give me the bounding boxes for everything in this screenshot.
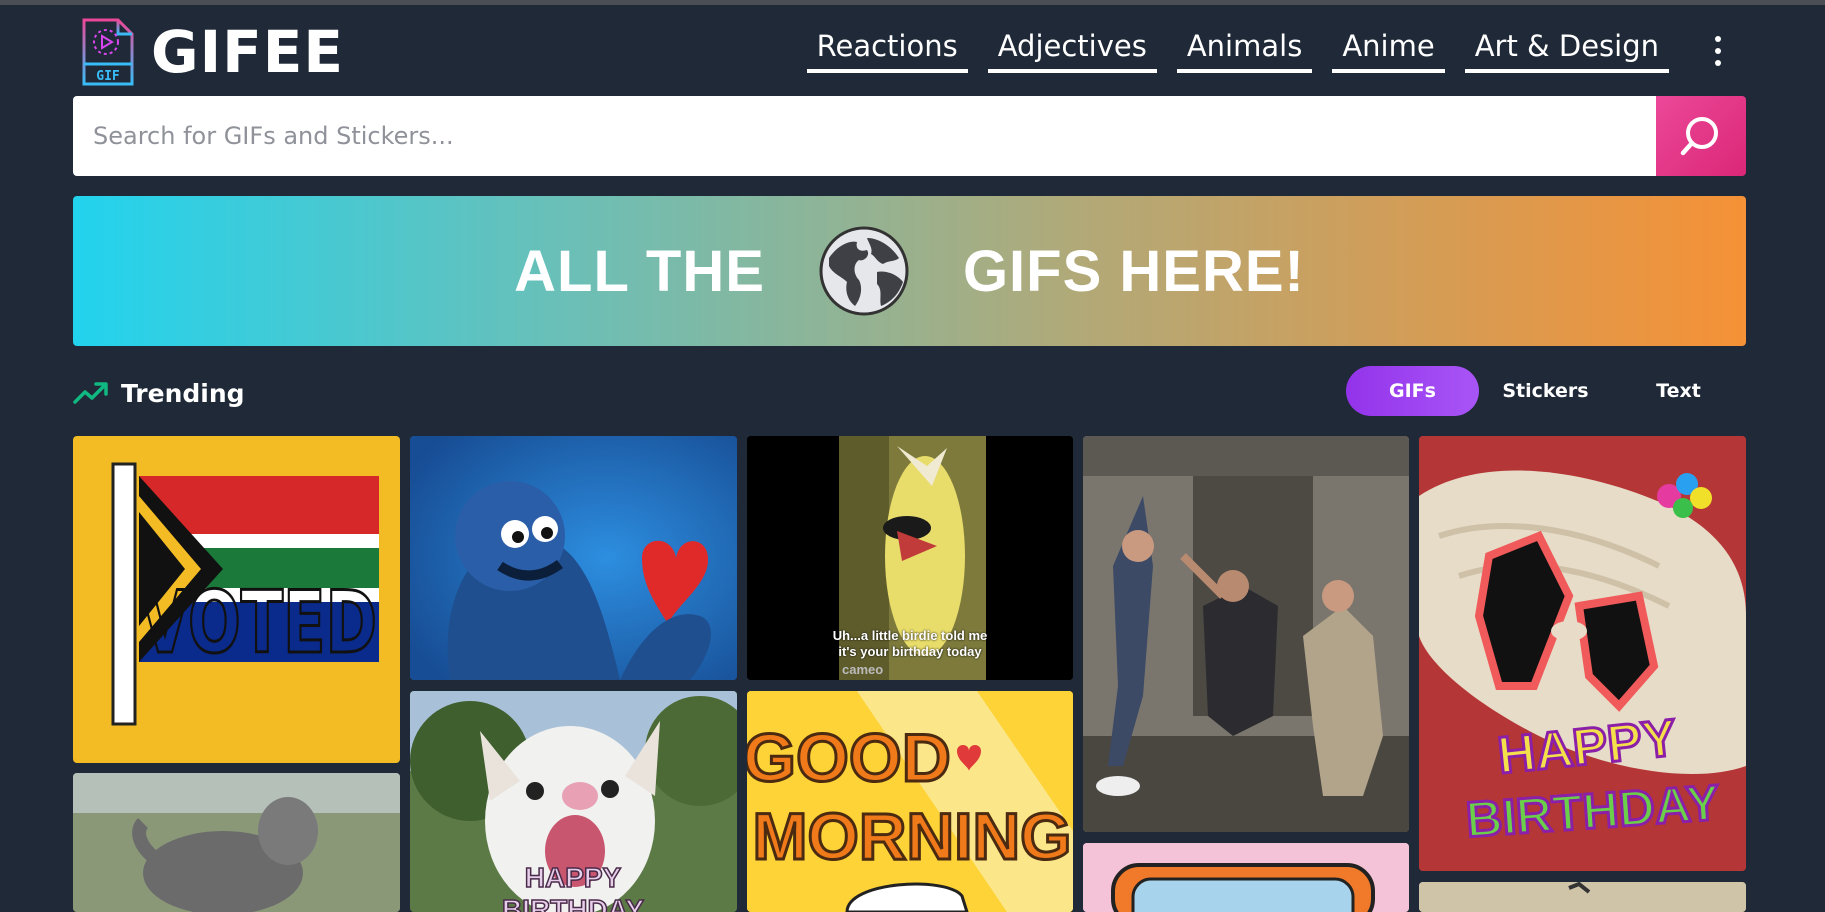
nav-anime[interactable]: Anime <box>1332 29 1445 74</box>
gif-tile-seinfeld-dance[interactable] <box>1083 436 1409 832</box>
nav-adjectives[interactable]: Adjectives <box>987 29 1157 74</box>
birdie-caption: Uh...a little birdie told me it's your b… <box>747 628 1073 661</box>
trending-header: Trending <box>73 378 245 408</box>
gif-tile-goat[interactable]: HAPPY BIRTHDAY <box>410 691 737 912</box>
nav-art-design[interactable]: Art & Design <box>1464 29 1669 74</box>
birdie-watermark: cameo <box>842 662 884 677</box>
filter-gifs[interactable]: GIFs <box>1346 366 1479 416</box>
birthday-dog-image: HAPPY BIRTHDAY <box>1419 436 1746 871</box>
more-menu-button[interactable] <box>1707 36 1729 66</box>
gif-tile-cartoon[interactable] <box>1083 843 1409 912</box>
gif-tile-voted[interactable]: VOTED <box>73 436 400 763</box>
nav-animals[interactable]: Animals <box>1176 29 1313 74</box>
content-type-filters: GIFs Stickers Text <box>1346 366 1745 416</box>
gif-tile-birthday-dog[interactable]: HAPPY BIRTHDAY <box>1419 436 1746 871</box>
voted-flag-image: VOTED <box>111 462 379 726</box>
gif-tile-elephant[interactable] <box>73 773 400 912</box>
voted-text: VOTED <box>141 573 377 673</box>
cookie-monster-image <box>410 436 737 680</box>
banner-left-text: ALL THE <box>514 238 765 304</box>
good-morning-line1: GOOD <box>747 720 951 796</box>
logo-badge-text: GIF <box>96 69 120 84</box>
beach-image <box>1419 882 1746 912</box>
good-morning-line2: MORNING <box>753 799 1072 873</box>
birdie-caption-line1: Uh...a little birdie told me <box>832 628 988 643</box>
gif-tile-cookie-monster[interactable] <box>410 436 737 680</box>
banner-right-text: GIFS HERE! <box>962 238 1305 304</box>
trending-label: Trending <box>121 378 245 408</box>
goat-image: HAPPY BIRTHDAY <box>410 691 737 912</box>
search-input[interactable] <box>73 96 1656 176</box>
vertical-ellipsis-icon <box>1715 36 1721 42</box>
search-bar <box>73 96 1746 176</box>
main-nav: Reactions Adjectives Animals Anime Art &… <box>806 29 1669 74</box>
brand-name: GIFEE <box>151 18 345 86</box>
gif-tile-birdie[interactable]: Uh...a little birdie told me it's your b… <box>747 436 1073 680</box>
globe-icon <box>819 226 909 316</box>
window-top-border <box>0 0 1825 5</box>
gif-tile-good-morning[interactable]: GOOD MORNING <box>747 691 1073 912</box>
seinfeld-dance-image <box>1083 436 1409 832</box>
gif-file-icon: GIF <box>82 18 134 86</box>
hero-banner: ALL THE GIFS HERE! <box>73 196 1746 346</box>
cartoon-image <box>1083 843 1409 912</box>
goat-text-line1: HAPPY <box>525 862 622 893</box>
site-logo[interactable]: GIF GIFEE <box>80 18 344 86</box>
search-icon <box>1680 117 1718 156</box>
trending-up-icon <box>73 382 108 404</box>
gif-tile-beach[interactable] <box>1419 882 1746 912</box>
good-morning-image: GOOD MORNING <box>747 691 1073 912</box>
filter-text[interactable]: Text <box>1612 366 1745 416</box>
birdie-caption-line2: it's your birthday today <box>838 644 982 660</box>
elephant-image <box>73 773 400 912</box>
filter-stickers[interactable]: Stickers <box>1479 366 1612 416</box>
goat-text-line2: BIRTHDAY <box>502 894 644 912</box>
search-button[interactable] <box>1656 96 1746 176</box>
nav-reactions[interactable]: Reactions <box>806 29 968 74</box>
